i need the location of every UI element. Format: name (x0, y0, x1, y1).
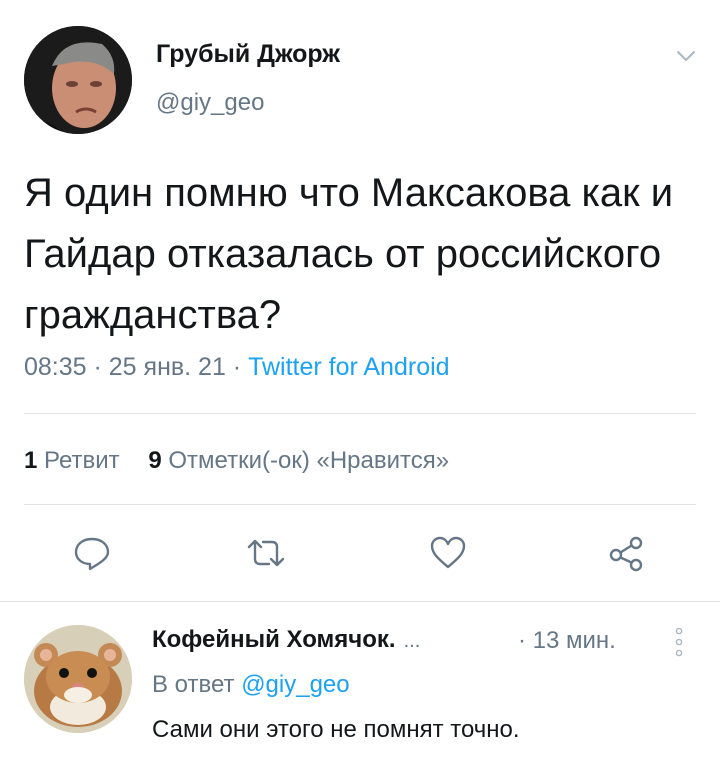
like-button[interactable] (428, 533, 468, 573)
tweet-text: Я один помню что Максакова как и Гайдар … (24, 171, 674, 337)
tweet-time: 08:35 (24, 353, 87, 381)
section-divider (0, 601, 720, 602)
reply-author-name: Кофейный Хомячок. (152, 626, 396, 653)
retweet-icon (247, 539, 285, 567)
share-button[interactable] (606, 533, 646, 573)
name-ellipsis: ... (403, 630, 421, 652)
reply-button[interactable] (72, 533, 112, 573)
tweet-source-link[interactable]: Twitter for Android (248, 353, 449, 381)
reply-text: Сами они этого не помнят точно. (152, 716, 520, 743)
share-icon (609, 536, 643, 572)
more-options-icon[interactable] (674, 626, 684, 658)
author-handle[interactable]: @giy_geo (156, 89, 264, 117)
divider (24, 504, 696, 505)
divider (24, 413, 696, 414)
like-icon (430, 536, 466, 569)
author-avatar[interactable] (24, 26, 132, 134)
retweet-stat[interactable]: 1 Ретвит (24, 447, 120, 474)
meta-separator: · (86, 353, 109, 381)
like-count: 9 (148, 447, 162, 474)
author-name[interactable]: Грубый Джорж (156, 40, 340, 69)
chevron-down-icon[interactable] (674, 44, 698, 68)
like-stat[interactable]: 9 Отметки(-ок) «Нравится» (148, 447, 449, 474)
reply-author[interactable]: Кофейный Хомячок.... (152, 626, 420, 654)
tweet-date: 25 янв. 21 (108, 353, 226, 381)
reply-to-line: В ответ @giy_geo (152, 671, 350, 699)
retweet-label: Ретвит (44, 447, 120, 474)
reply-to-label: В ответ (152, 671, 235, 698)
tweet-meta: 08:35 · 25 янв. 21 · Twitter for Android (24, 353, 450, 382)
reply-to-mention-link[interactable]: @giy_geo (241, 671, 349, 698)
reply-author-avatar[interactable] (24, 625, 132, 733)
reply-icon (74, 537, 110, 571)
tweet-stats: 1 Ретвит 9 Отметки(-ок) «Нравится» (24, 447, 449, 475)
retweet-button[interactable] (246, 533, 286, 573)
like-label: Отметки(-ок) «Нравится» (168, 447, 450, 474)
reply-time: · 13 мин. (518, 627, 616, 654)
meta-separator: · (225, 353, 249, 381)
retweet-count: 1 (24, 447, 38, 474)
